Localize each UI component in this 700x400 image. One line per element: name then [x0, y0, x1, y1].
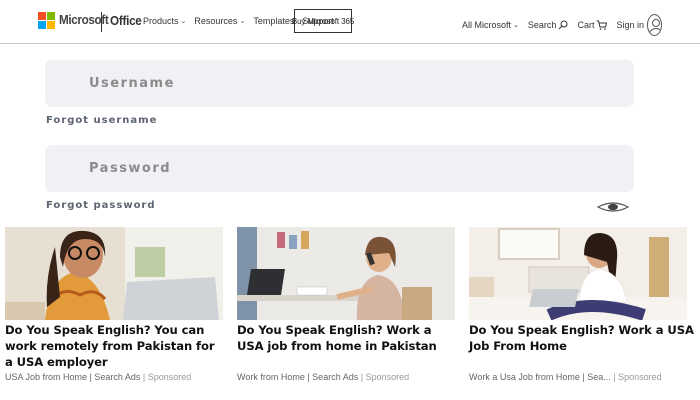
product-name[interactable]: Office	[110, 13, 142, 28]
ad-source[interactable]: Work a Usa Job from Home | Sea...	[469, 372, 611, 382]
password-input[interactable]	[45, 145, 634, 192]
ad-meta: Work a Usa Job from Home | Sea... | Spon…	[469, 372, 662, 382]
username-input[interactable]	[45, 60, 634, 107]
all-microsoft-label: All Microsoft	[462, 20, 512, 30]
brand-divider	[101, 12, 102, 32]
nav-templates-label: Templates	[253, 16, 295, 26]
site-header: Microsoft Office Products ⌄ Resources ⌄ …	[0, 0, 700, 44]
ad-image-woman-on-phone-at-desk[interactable]	[237, 227, 455, 320]
nav-products-label: Products	[143, 16, 179, 26]
ad-sponsored-label: | Sponsored	[360, 372, 410, 382]
password-field-container	[45, 145, 634, 192]
ad-title[interactable]: Do You Speak English? Work a USA job fro…	[237, 322, 459, 354]
cart-icon	[596, 20, 608, 30]
ad-sponsored-label: | Sponsored	[613, 372, 662, 382]
chevron-down-icon: ⌄	[180, 18, 187, 25]
show-password-eye-icon[interactable]	[597, 202, 629, 212]
nav-resources[interactable]: Resources ⌄	[194, 16, 245, 26]
cart-button[interactable]: Cart	[577, 20, 608, 30]
chevron-down-icon: ⌄	[239, 18, 246, 25]
ad-card[interactable]: Do You Speak English? You can work remot…	[5, 227, 225, 382]
ad-source[interactable]: USA Job from Home | Search Ads	[5, 372, 140, 382]
ad-meta: USA Job from Home | Search Ads | Sponsor…	[5, 372, 191, 382]
chevron-down-icon: ⌄	[513, 22, 519, 29]
ad-card[interactable]: Do You Speak English? Work a USA Job Fro…	[469, 227, 695, 382]
search-icon	[559, 20, 568, 30]
utility-nav: All Microsoft ⌄ Search Cart Sign in	[453, 14, 662, 36]
username-field-container	[45, 60, 634, 107]
nav-templates[interactable]: Templates	[253, 16, 294, 26]
search-label: Search	[527, 20, 557, 30]
forgot-username-link[interactable]: Forgot username	[46, 115, 157, 126]
ad-sponsored-label: | Sponsored	[142, 372, 192, 382]
forgot-password-link[interactable]: Forgot password	[46, 200, 156, 211]
sign-in-label: Sign in	[616, 20, 644, 30]
all-microsoft-menu[interactable]: All Microsoft ⌄	[462, 20, 519, 30]
ad-meta: Work from Home | Search Ads | Sponsored	[237, 372, 409, 382]
ad-card[interactable]: Do You Speak English? Work a USA job fro…	[237, 227, 459, 382]
microsoft-logo-icon[interactable]	[38, 12, 56, 30]
ad-source[interactable]: Work from Home | Search Ads	[237, 372, 358, 382]
sign-in-button[interactable]: Sign in	[616, 14, 662, 36]
ad-image-woman-laptop-on-bed[interactable]	[469, 227, 687, 320]
nav-products[interactable]: Products ⌄	[143, 16, 186, 26]
search-button[interactable]: Search	[528, 20, 569, 30]
ad-image-woman-with-glasses-laptop[interactable]	[5, 227, 223, 320]
avatar-icon	[647, 14, 662, 36]
nav-resources-label: Resources	[194, 16, 238, 26]
ad-title[interactable]: Do You Speak English? You can work remot…	[5, 322, 225, 370]
ad-title[interactable]: Do You Speak English? Work a USA Job Fro…	[469, 322, 695, 354]
cart-label: Cart	[577, 20, 595, 30]
buy-microsoft-365-button[interactable]: Buy Microsoft 365	[292, 9, 354, 33]
